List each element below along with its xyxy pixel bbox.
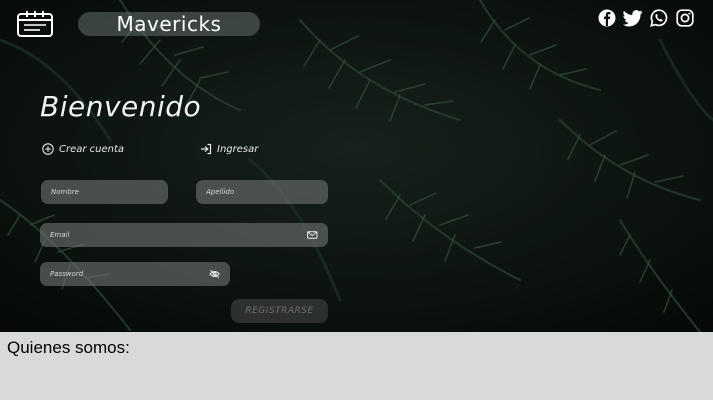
tab-create-account[interactable]: Crear cuenta [42, 143, 124, 155]
welcome-title: Bienvenido [40, 90, 202, 123]
envelope-icon [307, 231, 318, 239]
apellido-field [196, 180, 328, 204]
social-links [597, 9, 695, 27]
about-section: Quienes somos: [0, 332, 713, 400]
tab-login[interactable]: Ingresar [200, 143, 258, 155]
email-input[interactable] [50, 231, 308, 239]
password-field [40, 262, 230, 286]
hero-section: Mavericks Bienvenido Crear cuenta Ingres… [0, 0, 713, 332]
plus-circle-icon [42, 143, 54, 155]
about-heading: Quienes somos: [7, 338, 130, 357]
apellido-input[interactable] [206, 188, 318, 196]
nombre-field [41, 180, 168, 204]
password-input[interactable] [50, 270, 209, 278]
nombre-input[interactable] [51, 188, 158, 196]
tab-login-label: Ingresar [217, 143, 259, 155]
tab-create-label: Crear cuenta [59, 143, 125, 155]
facebook-icon[interactable] [597, 9, 617, 27]
whatsapp-icon[interactable] [649, 9, 669, 27]
login-arrow-icon [201, 143, 212, 155]
instagram-icon[interactable] [675, 9, 695, 27]
calendar-icon[interactable] [16, 10, 54, 38]
twitter-icon[interactable] [623, 9, 643, 27]
eye-slash-icon[interactable] [209, 269, 220, 279]
brand-name: Mavericks [78, 12, 260, 36]
register-button[interactable]: REGISTRARSE [231, 299, 328, 323]
email-field [40, 223, 328, 247]
